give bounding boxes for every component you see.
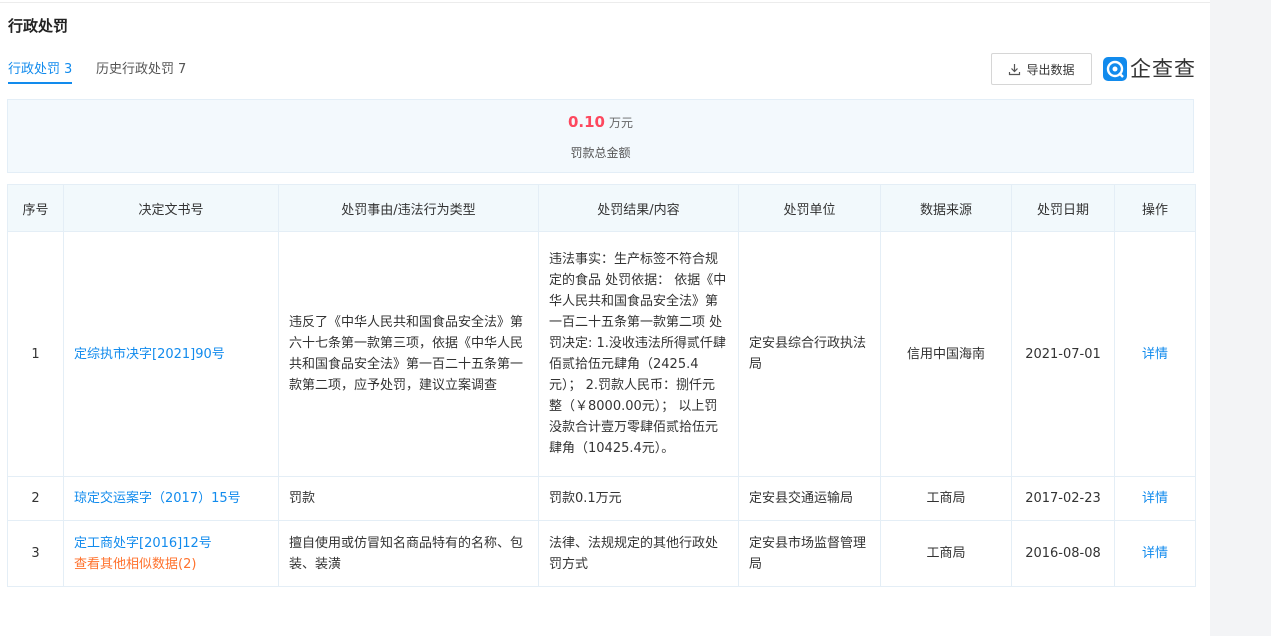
section-title: 行政处罚: [8, 17, 69, 35]
row-result: 违法事实：生产标签不符合规定的食品 处罚依据： 依据《中华人民共和国食品安全法》…: [538, 231, 739, 477]
detail-link[interactable]: 详情: [1142, 347, 1168, 362]
row-doc-no-cell: 琼定交运案字（2017）15号: [63, 476, 279, 521]
fine-summary-panel: 0.10 万元 罚款总金额: [7, 99, 1194, 173]
header-date: 处罚日期: [1011, 184, 1115, 232]
row-date: 2021-07-01: [1011, 231, 1115, 477]
row-unit: 定安县综合行政执法局: [738, 231, 881, 477]
similar-data-link[interactable]: 查看其他相似数据(2): [74, 554, 268, 575]
header-source: 数据来源: [880, 184, 1012, 232]
fine-total-amount: 0.10 万元: [8, 113, 1193, 131]
fine-amount-unit: 万元: [609, 116, 634, 130]
header-unit: 处罚单位: [738, 184, 881, 232]
export-data-button[interactable]: 导出数据: [991, 53, 1092, 85]
export-label: 导出数据: [1026, 62, 1075, 77]
penalty-table: 序号 决定文书号 处罚事由/违法行为类型 处罚结果/内容 处罚单位 数据来源 处…: [7, 184, 1196, 587]
doc-no-link[interactable]: 定工商处字[2016]12号: [74, 533, 268, 554]
row-action-cell: 详情: [1114, 520, 1196, 587]
header-result: 处罚结果/内容: [538, 184, 739, 232]
row-source: 工商局: [880, 476, 1012, 521]
logo-text: 企查查: [1130, 57, 1196, 81]
tab-history-admin-penalty[interactable]: 历史行政处罚 7: [96, 58, 186, 82]
header-reason: 处罚事由/违法行为类型: [278, 184, 539, 232]
table-row: 1 定综执市决字[2021]90号 违反了《中华人民共和国食品安全法》第六十七条…: [7, 231, 1196, 477]
top-divider: [0, 0, 1210, 3]
tab-label: 行政处罚: [8, 62, 61, 77]
row-date: 2016-08-08: [1011, 520, 1115, 587]
header-action: 操作: [1114, 184, 1196, 232]
brand-logo: 企查查: [1103, 56, 1196, 82]
row-index: 3: [7, 520, 64, 587]
row-reason: 擅自使用或仿冒知名商品特有的名称、包装、装潢: [278, 520, 539, 587]
detail-link[interactable]: 详情: [1142, 546, 1168, 561]
row-index: 2: [7, 476, 64, 521]
row-reason: 罚款: [278, 476, 539, 521]
fine-total-label: 罚款总金额: [570, 146, 631, 160]
row-result: 法律、法规规定的其他行政处罚方式: [538, 520, 739, 587]
header-doc-no: 决定文书号: [63, 184, 279, 232]
row-reason: 违反了《中华人民共和国食品安全法》第六十七条第一款第三项，依据《中华人民共和国食…: [278, 231, 539, 477]
fine-amount-value: 0.10: [567, 113, 605, 131]
table-header-row: 序号 决定文书号 处罚事由/违法行为类型 处罚结果/内容 处罚单位 数据来源 处…: [7, 184, 1196, 232]
row-doc-no-cell: 定综执市决字[2021]90号: [63, 231, 279, 477]
qcc-logo-icon: [1103, 57, 1127, 81]
detail-link[interactable]: 详情: [1142, 491, 1168, 506]
table-row: 3 定工商处字[2016]12号 查看其他相似数据(2) 擅自使用或仿冒知名商品…: [7, 520, 1196, 587]
row-date: 2017-02-23: [1011, 476, 1115, 521]
row-result: 罚款0.1万元: [538, 476, 739, 521]
tab-admin-penalty[interactable]: 行政处罚 3: [8, 58, 73, 84]
tab-count: 7: [178, 62, 187, 77]
row-source: 工商局: [880, 520, 1012, 587]
doc-no-link[interactable]: 定综执市决字[2021]90号: [74, 347, 225, 362]
row-unit: 定安县交通运输局: [738, 476, 881, 521]
row-doc-no-cell: 定工商处字[2016]12号 查看其他相似数据(2): [63, 520, 279, 587]
row-action-cell: 详情: [1114, 231, 1196, 477]
download-icon: [1008, 63, 1021, 76]
row-index: 1: [7, 231, 64, 477]
table-row: 2 琼定交运案字（2017）15号 罚款 罚款0.1万元 定安县交通运输局 工商…: [7, 476, 1196, 521]
header-index: 序号: [7, 184, 64, 232]
row-source: 信用中国海南: [880, 231, 1012, 477]
right-gutter: [1210, 0, 1271, 636]
tab-count: 3: [64, 62, 73, 77]
tab-label: 历史行政处罚: [96, 62, 175, 77]
row-action-cell: 详情: [1114, 476, 1196, 521]
row-unit: 定安县市场监督管理局: [738, 520, 881, 587]
doc-no-link[interactable]: 琼定交运案字（2017）15号: [74, 491, 241, 506]
